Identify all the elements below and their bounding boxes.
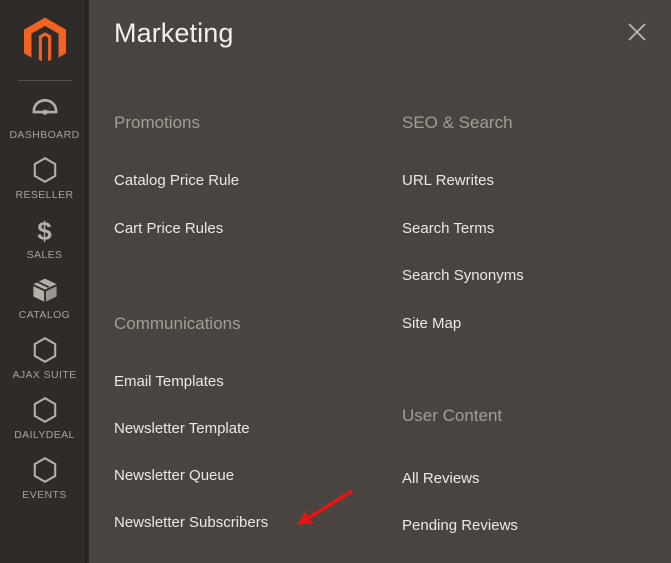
menu-item-newsletter-template[interactable]: Newsletter Template xyxy=(114,421,383,436)
list-item: All Reviews xyxy=(402,471,663,486)
list-item: Search Synonyms xyxy=(402,268,663,283)
list-item: Newsletter Queue xyxy=(114,468,383,483)
close-icon xyxy=(626,21,648,48)
menu-item-url-rewrites[interactable]: URL Rewrites xyxy=(402,173,663,188)
menu-group-title: Communications xyxy=(114,314,241,333)
box-icon xyxy=(0,276,89,306)
menu-group-list: Catalog Price Rule Cart Price Rules xyxy=(114,173,383,236)
sidebar-item-label: AJAX SUITE xyxy=(12,369,77,381)
sidebar-item-label: DAILYDEAL xyxy=(14,429,75,441)
sidebar-item-dailydeal[interactable]: DAILYDEAL xyxy=(0,381,89,441)
admin-sidebar-rail: DASHBOARD RESELLER $ SALES CATALOG AJAX … xyxy=(0,0,89,563)
sidebar-item-ajax-suite[interactable]: AJAX SUITE xyxy=(0,321,89,381)
list-item: Pending Reviews xyxy=(402,518,663,533)
menu-item-newsletter-queue[interactable]: Newsletter Queue xyxy=(114,468,383,483)
menu-item-pending-reviews[interactable]: Pending Reviews xyxy=(402,518,663,533)
list-item: Newsletter Subscribers xyxy=(114,515,383,530)
gauge-icon xyxy=(0,96,89,126)
magento-logo-icon xyxy=(22,16,68,64)
sidebar-item-label: SALES xyxy=(26,249,63,261)
menu-item-catalog-price-rule[interactable]: Catalog Price Rule xyxy=(114,173,383,188)
sidebar-item-catalog[interactable]: CATALOG xyxy=(0,261,89,321)
sidebar-item-label: EVENTS xyxy=(22,489,67,501)
menu-item-newsletter-subscribers[interactable]: Newsletter Subscribers xyxy=(114,515,383,530)
menu-item-email-templates[interactable]: Email Templates xyxy=(114,374,383,389)
menu-group-list: URL Rewrites Search Terms Search Synonym… xyxy=(402,173,663,331)
sidebar-item-dashboard[interactable]: DASHBOARD xyxy=(0,81,89,141)
sidebar-item-reseller[interactable]: RESELLER xyxy=(0,141,89,201)
menu-group-title: Promotions xyxy=(114,113,200,132)
menu-columns: Promotions Catalog Price Rule Cart Price… xyxy=(89,98,671,563)
sidebar-item-label: RESELLER xyxy=(15,189,74,201)
menu-item-site-map[interactable]: Site Map xyxy=(402,316,663,331)
list-item: Catalog Price Rule xyxy=(114,173,383,188)
close-button[interactable] xyxy=(619,16,655,52)
menu-item-all-reviews[interactable]: All Reviews xyxy=(402,471,663,486)
hexagon-icon xyxy=(0,156,89,186)
menu-group-communications: Communications Email Templates Newslette… xyxy=(114,315,383,530)
menu-group-list: Email Templates Newsletter Template News… xyxy=(114,374,383,530)
magento-admin-menu-overlay: DASHBOARD RESELLER $ SALES CATALOG AJAX … xyxy=(0,0,671,563)
menu-column-2: SEO & Search URL Rewrites Search Terms S… xyxy=(383,98,663,563)
list-item: Newsletter Template xyxy=(114,421,383,436)
menu-group-seo-search: SEO & Search URL Rewrites Search Terms S… xyxy=(402,114,663,331)
list-item: URL Rewrites xyxy=(402,173,663,188)
hexagon-icon xyxy=(0,396,89,426)
sidebar-item-events[interactable]: EVENTS xyxy=(0,441,89,501)
hexagon-icon xyxy=(0,456,89,486)
hexagon-icon xyxy=(0,336,89,366)
sidebar-item-label: CATALOG xyxy=(18,309,71,321)
list-item: Site Map xyxy=(402,316,663,331)
sidebar-item-sales[interactable]: $ SALES xyxy=(0,201,89,261)
marketing-menu-panel: Marketing Promotions Catalog Price Rule xyxy=(89,0,671,563)
menu-column-1: Promotions Catalog Price Rule Cart Price… xyxy=(89,98,383,563)
magento-logo[interactable] xyxy=(0,0,89,80)
list-item: Email Templates xyxy=(114,374,383,389)
list-item: Cart Price Rules xyxy=(114,221,383,236)
page-title: Marketing xyxy=(114,18,234,48)
menu-item-search-synonyms[interactable]: Search Synonyms xyxy=(402,268,663,283)
menu-item-search-terms[interactable]: Search Terms xyxy=(402,221,663,236)
menu-group-user-content: User Content All Reviews Pending Reviews xyxy=(402,407,663,533)
list-item: Search Terms xyxy=(402,221,663,236)
menu-group-title: SEO & Search xyxy=(402,113,513,132)
menu-group-list: All Reviews Pending Reviews xyxy=(402,471,663,533)
menu-group-promotions: Promotions Catalog Price Rule Cart Price… xyxy=(114,114,383,236)
dollar-sign-icon: $ xyxy=(37,216,52,246)
sidebar-item-label: DASHBOARD xyxy=(9,129,80,141)
menu-item-cart-price-rules[interactable]: Cart Price Rules xyxy=(114,221,383,236)
menu-group-title: User Content xyxy=(402,406,503,425)
